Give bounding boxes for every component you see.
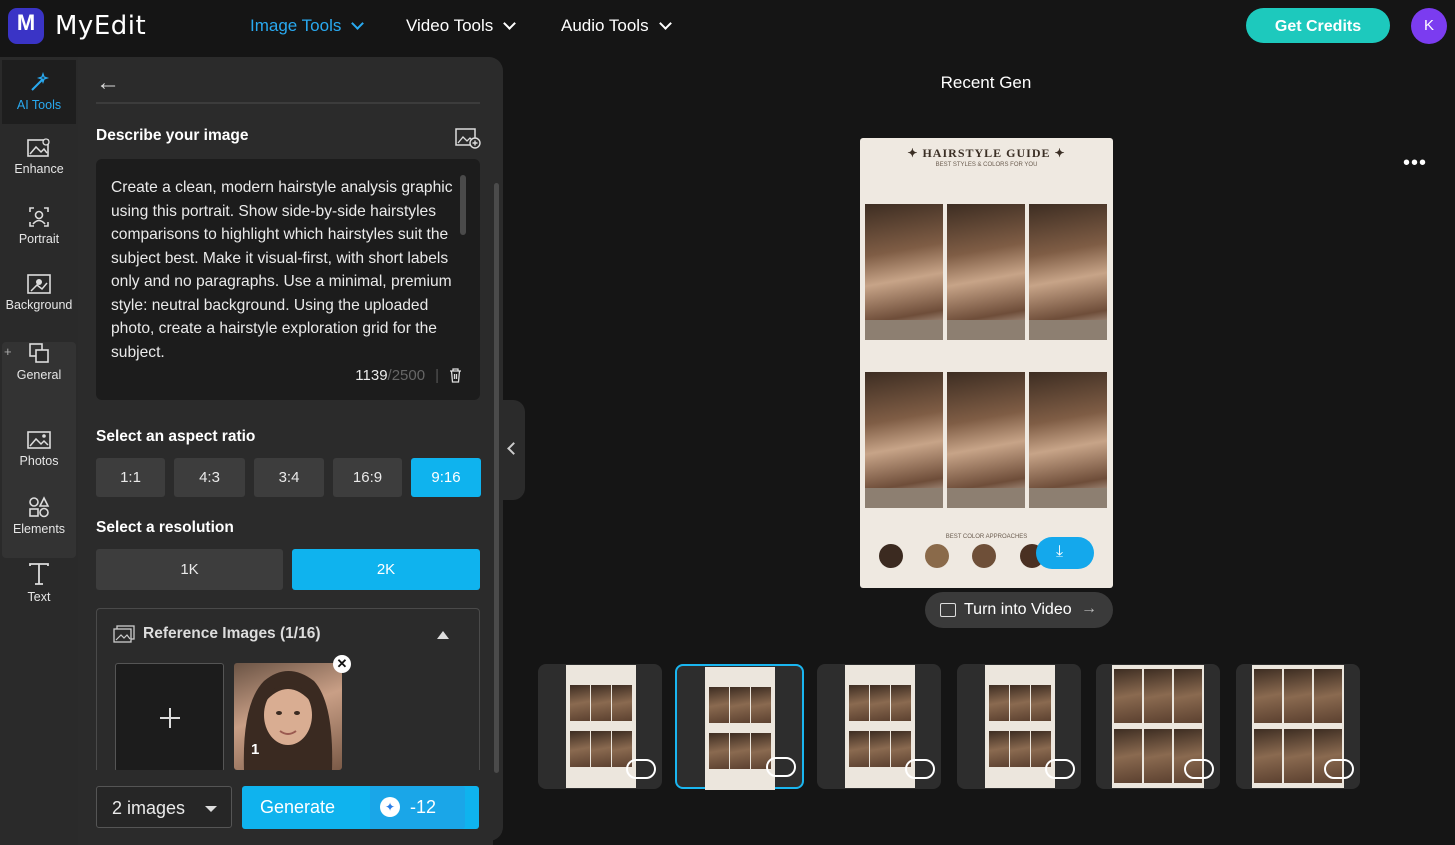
hairstyle-cell — [865, 372, 943, 508]
cloud-saved-icon — [1324, 759, 1354, 779]
char-count: 1139 — [355, 367, 388, 384]
enhance-icon — [27, 138, 50, 157]
remove-reference-button[interactable]: ✕ — [333, 655, 351, 673]
download-icon: ⤓ — [1056, 543, 1064, 560]
cloud-saved-icon — [905, 759, 935, 779]
rail-item-photos[interactable]: Photos — [2, 430, 76, 468]
settings-panel: ← Describe your image Create a clean, mo… — [78, 57, 503, 841]
cloud-saved-icon — [1045, 759, 1075, 779]
background-icon — [27, 274, 51, 294]
download-button[interactable]: ⤓ — [1036, 537, 1094, 569]
nav-image-tools[interactable]: Image Tools — [250, 16, 365, 36]
chevron-left-icon — [507, 442, 520, 455]
ratio-3-4[interactable]: 3:4 — [254, 458, 324, 497]
image-title: ✦ HAIRSTYLE GUIDE ✦ — [907, 146, 1066, 160]
recent-thumbnail-selected[interactable] — [675, 664, 804, 790]
ratio-9-16[interactable]: 9:16 — [411, 458, 481, 497]
hairstyle-cell — [947, 204, 1025, 340]
cloud-saved-icon — [626, 759, 656, 779]
ratio-1-1[interactable]: 1:1 — [96, 458, 165, 497]
rail-item-portrait[interactable]: Portrait — [2, 206, 76, 246]
color-swatch — [925, 544, 949, 568]
image-count-select[interactable]: 2 images — [96, 786, 232, 828]
resolution-title: Select a resolution — [96, 519, 234, 536]
resolution-1k[interactable]: 1K — [96, 549, 283, 590]
divider — [96, 102, 480, 104]
hairstyle-cell — [1029, 372, 1107, 508]
describe-title: Describe your image — [96, 127, 249, 144]
panel-scrollbar[interactable] — [494, 183, 499, 773]
cloud-saved-icon — [766, 757, 796, 777]
char-max: /2500 — [387, 367, 426, 384]
reference-images-header[interactable]: Reference Images (1/16) — [113, 625, 320, 643]
recent-thumbnail[interactable] — [1236, 664, 1360, 789]
recent-thumbnail[interactable] — [817, 664, 941, 789]
color-swatch — [972, 544, 996, 568]
ratio-4-3[interactable]: 4:3 — [174, 458, 245, 497]
rail-item-ai-tools[interactable]: AI Tools — [2, 60, 76, 124]
nav-video-tools[interactable]: Video Tools — [406, 16, 517, 36]
collapse-caret-icon[interactable] — [437, 631, 449, 639]
arrow-right-icon: → — [1081, 600, 1097, 617]
image-subtitle: BEST STYLES & COLORS FOR YOU — [935, 162, 1038, 168]
rail-item-background[interactable]: Background — [2, 274, 76, 312]
turn-into-video-button[interactable]: Turn into Video → — [925, 592, 1113, 628]
char-separator: | — [435, 367, 439, 384]
dropdown-caret-icon — [205, 806, 217, 812]
magic-wand-icon — [31, 72, 50, 91]
ratio-16-9[interactable]: 16:9 — [333, 458, 402, 497]
aspect-ratio-title: Select an aspect ratio — [96, 428, 256, 445]
reference-thumbnail[interactable]: 1 — [234, 663, 342, 770]
image-upload-icon[interactable] — [455, 127, 481, 149]
prompt-text: Create a clean, modern hairstyle analysi… — [111, 179, 453, 361]
chevron-down-icon — [503, 17, 517, 30]
elements-icon — [29, 496, 50, 518]
char-counter: 1139/2500 | — [355, 367, 462, 384]
color-swatch — [879, 544, 903, 568]
hairstyle-cell — [865, 204, 943, 340]
text-icon — [29, 563, 49, 585]
logo[interactable]: M MyEdit — [8, 8, 146, 44]
trash-icon[interactable] — [449, 368, 462, 383]
resolution-2k[interactable]: 2K — [292, 549, 480, 590]
aspect-ratio-group: 1:1 4:3 3:4 16:9 9:16 — [96, 458, 481, 497]
get-credits-button[interactable]: Get Credits — [1246, 8, 1390, 43]
generate-cost: ✦ -12 — [370, 786, 465, 829]
video-icon — [940, 603, 956, 617]
back-arrow-icon[interactable]: ← — [96, 69, 120, 97]
hairstyle-cell — [1029, 204, 1107, 340]
recent-gen-title: Recent Gen — [940, 73, 1032, 92]
reference-index: 1 — [251, 741, 260, 758]
prompt-scrollbar[interactable] — [460, 175, 466, 235]
portrait-icon — [29, 207, 49, 227]
app-name: MyEdit — [55, 11, 147, 41]
collapse-panel-button[interactable] — [503, 400, 525, 500]
gallery-icon — [113, 625, 135, 643]
credit-icon: ✦ — [380, 797, 400, 817]
recent-thumbnail[interactable] — [1096, 664, 1220, 789]
prompt-textarea[interactable]: Create a clean, modern hairstyle analysi… — [96, 159, 480, 400]
more-options-icon[interactable]: ••• — [1403, 152, 1427, 175]
cloud-saved-icon — [1184, 759, 1214, 779]
photos-icon — [27, 431, 51, 449]
recent-thumbnail[interactable] — [957, 664, 1081, 789]
resolution-group: 1K 2K — [96, 549, 480, 590]
hairstyle-cell — [947, 372, 1025, 508]
chevron-down-icon — [658, 17, 672, 30]
generate-button[interactable]: Generate ✦ -12 — [242, 786, 479, 829]
add-reference-button[interactable] — [115, 663, 224, 772]
chevron-down-icon — [351, 17, 365, 30]
rail-item-text[interactable]: Text — [2, 562, 76, 604]
general-icon — [29, 343, 49, 363]
logo-mark-icon: M — [8, 8, 44, 44]
nav-audio-tools[interactable]: Audio Tools — [561, 16, 672, 36]
recent-thumbnail[interactable] — [538, 664, 662, 789]
rail-item-enhance[interactable]: Enhance — [2, 138, 76, 176]
avatar[interactable]: K — [1411, 8, 1447, 44]
rail-item-general[interactable]: General — [2, 342, 76, 382]
rail-item-elements[interactable]: Elements — [2, 496, 76, 536]
top-bar: M MyEdit Image Tools Video Tools Audio T… — [0, 0, 1455, 54]
generated-image[interactable]: ✦ HAIRSTYLE GUIDE ✦ BEST STYLES & COLORS… — [860, 138, 1113, 588]
